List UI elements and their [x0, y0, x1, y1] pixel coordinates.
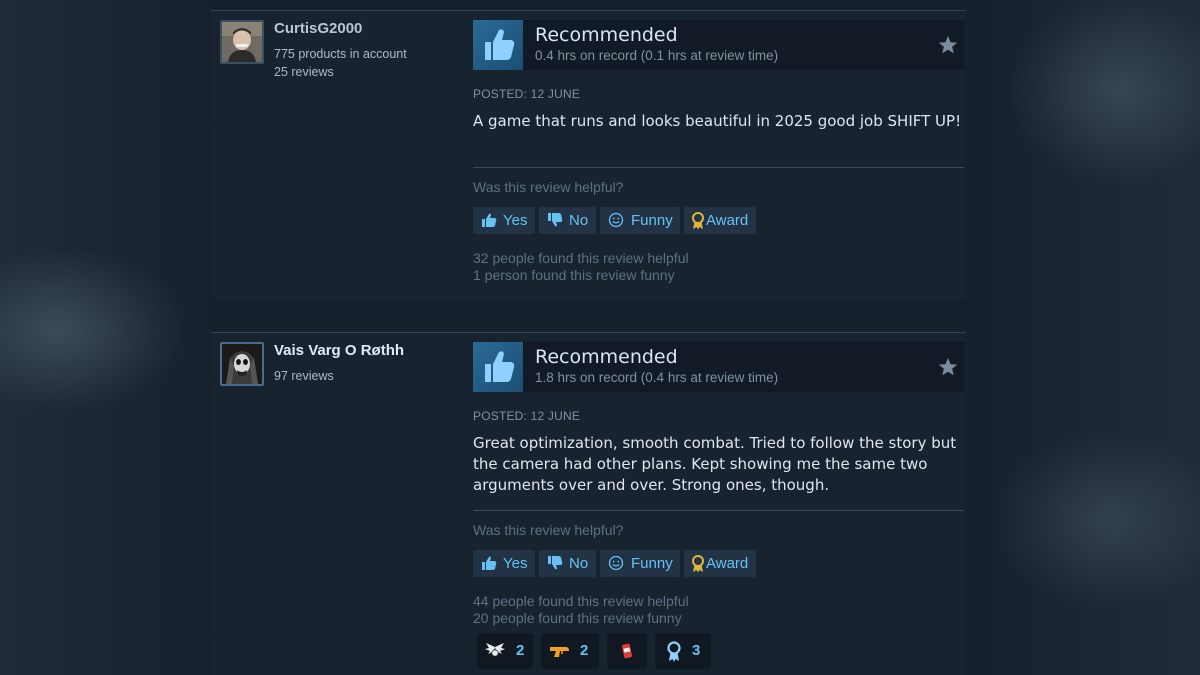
review-card: CurtisG2000 775 products in account 25 r… [211, 10, 966, 301]
review-body: A game that runs and looks beautiful in … [473, 112, 962, 130]
vote-buttons: Yes No Funny Award [473, 550, 763, 577]
hours-on-record: 0.4 hrs on record (0.1 hrs at review tim… [535, 48, 779, 63]
review-body: Great optimization, smooth combat. Tried… [473, 434, 957, 494]
author-name[interactable]: CurtisG2000 [274, 20, 362, 37]
yes-button[interactable]: Yes [473, 207, 535, 234]
products-count[interactable]: 775 products in account [274, 45, 407, 63]
hours-on-record: 1.8 hrs on record (0.4 hrs at review tim… [535, 370, 779, 385]
yes-button[interactable]: Yes [473, 550, 535, 577]
divider [473, 167, 964, 168]
helpful-question: Was this review helpful? [473, 179, 624, 195]
vote-header: Recommended 0.4 hrs on record (0.1 hrs a… [473, 20, 965, 70]
helpful-count: 32 people found this review helpful [473, 250, 689, 266]
smiley-icon [608, 212, 624, 228]
author-stats: 97 reviews [274, 367, 334, 385]
posted-date: POSTED: 12 JUNE [473, 409, 581, 423]
review-stats: 32 people found this review helpful 1 pe… [473, 250, 689, 284]
star-icon[interactable] [937, 34, 959, 56]
smiley-icon [608, 555, 624, 571]
funny-button[interactable]: Funny [600, 207, 680, 234]
award-button[interactable]: Award [684, 207, 756, 234]
winged-award-icon [485, 643, 505, 657]
recommendation-title[interactable]: Recommended [535, 24, 678, 46]
vote-header: Recommended 1.8 hrs on record (0.4 hrs a… [473, 342, 965, 392]
review-card: Vais Varg O Røthh 97 reviews Recommended… [211, 332, 966, 675]
gun-award-icon [550, 647, 569, 657]
no-button[interactable]: No [539, 207, 596, 234]
award-ribbon[interactable]: 3 [655, 633, 711, 669]
award-soda[interactable] [607, 633, 647, 669]
author-stats: 775 products in account 25 reviews [274, 45, 407, 81]
funny-button[interactable]: Funny [600, 550, 680, 577]
thumbs-down-icon [548, 213, 563, 227]
awards-row: 2 2 3 [473, 633, 713, 669]
thumbs-up-icon [473, 20, 523, 70]
review-stats: 44 people found this review helpful 20 p… [473, 593, 689, 627]
helpful-count: 44 people found this review helpful [473, 593, 689, 609]
posted-date: POSTED: 12 JUNE [473, 87, 581, 101]
reviews-count[interactable]: 25 reviews [274, 63, 407, 81]
thumbs-up-icon [482, 556, 497, 570]
award-button[interactable]: Award [684, 550, 756, 577]
author-name[interactable]: Vais Varg O Røthh [274, 342, 404, 359]
reviews-page: CurtisG2000 775 products in account 25 r… [0, 0, 1200, 675]
award-ribbon-icon [692, 555, 704, 573]
thumbs-down-icon [548, 556, 563, 570]
ribbon-medal-award-icon [667, 641, 681, 662]
no-button[interactable]: No [539, 550, 596, 577]
funny-count: 1 person found this review funny [473, 267, 675, 283]
thumbs-up-icon [482, 213, 497, 227]
avatar[interactable] [220, 342, 264, 386]
thumbs-up-icon [473, 342, 523, 392]
award-gun[interactable]: 2 [541, 633, 599, 669]
vote-buttons: Yes No Funny Award [473, 207, 763, 234]
helpful-question: Was this review helpful? [473, 522, 624, 538]
avatar[interactable] [220, 20, 264, 64]
soda-can-award-icon [622, 643, 632, 659]
reviews-count[interactable]: 97 reviews [274, 367, 334, 385]
star-icon[interactable] [937, 356, 959, 378]
funny-count: 20 people found this review funny [473, 610, 682, 626]
recommendation-title[interactable]: Recommended [535, 346, 678, 368]
award-ribbon-icon [692, 212, 704, 230]
divider [473, 510, 964, 511]
award-winged[interactable]: 2 [477, 633, 533, 669]
